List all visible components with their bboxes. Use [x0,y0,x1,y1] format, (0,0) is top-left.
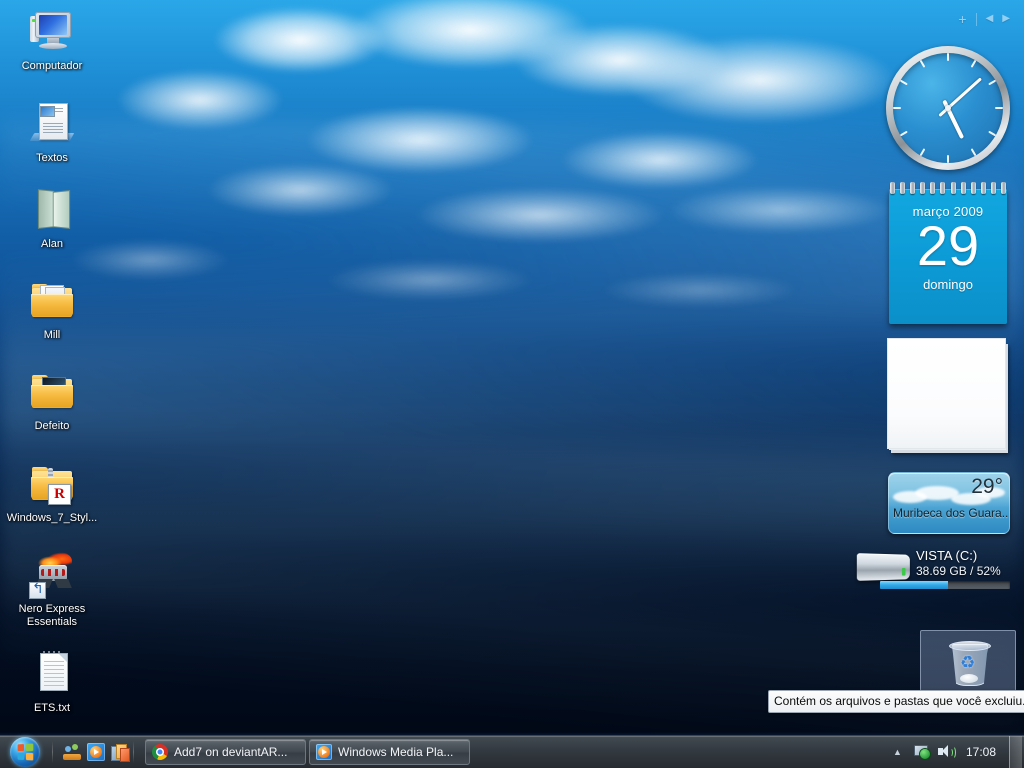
weather-temperature: 29° [971,475,1003,498]
taskbar-divider [52,741,53,763]
clock-face [893,53,1003,163]
calendar-gadget[interactable]: março 2009 29 domingo [887,182,1009,327]
drive-usage-text: 38.69 GB / 52% [916,564,1001,578]
folder-open-icon [28,368,76,416]
windows-media-player-icon[interactable] [87,743,105,761]
clock-center-pin [945,105,951,111]
note-sheet-front[interactable] [887,338,1006,449]
taskbar: Add7 on deviantAR... Windows Media Pla..… [0,732,1024,768]
clock-gadget[interactable] [886,46,1010,170]
desktop-icon-label: Defeito [34,420,70,432]
computer-icon [28,8,76,56]
previous-gadget-icon[interactable]: ◀ [986,12,994,26]
show-desktop-button[interactable] [1009,736,1022,768]
system-tray: ▲ 17:08 [888,736,1024,768]
nero-shortcut-icon [28,551,76,599]
notes-gadget[interactable] [887,338,1008,453]
wallpaper [0,0,1024,768]
start-button[interactable] [2,737,48,767]
desktop-screen: Computador Textos Alan Mill Defeito R Wi… [0,0,1024,768]
chrome-icon [152,744,168,760]
taskbar-divider [133,741,134,763]
desktop-icon-windows-7-style[interactable]: R Windows_7_Styl... [5,460,99,525]
calendar-day-number: 29 [916,214,980,277]
desktop-icon-alan[interactable]: Alan [9,186,95,251]
folder-icon [28,277,76,325]
desktop-icon-label: Windows_7_Styl... [6,512,98,524]
desktop-icon-computador[interactable]: Computador [9,8,95,73]
network-icon[interactable] [913,744,931,760]
windows-start-orb-icon [10,737,40,767]
wmp-icon [316,744,332,760]
desktop-icon-label: Computador [21,60,83,72]
recycle-bin-icon: ♻ [948,638,991,688]
weather-location: Muribeca dos Guara... [893,506,1010,520]
tray-clock[interactable]: 17:08 [962,745,1000,759]
taskbar-buttons: Add7 on deviantAR... Windows Media Pla..… [145,739,470,765]
desktop-icon-mill[interactable]: Mill [9,277,95,342]
text-file-icon [28,650,76,698]
drive-name: VISTA (C:) [916,548,978,563]
flip3d-icon[interactable] [111,743,130,762]
show-desktop-icon[interactable] [63,743,81,761]
desktop-icon-defeito[interactable]: Defeito [9,368,95,433]
desktop-icon-label: Nero Express Essentials [18,603,86,628]
tray-overflow-icon[interactable]: ▲ [888,747,907,757]
desktop-icon-label: Alan [40,238,64,250]
hard-drive-icon [856,553,910,581]
quick-launch-bar [63,743,130,762]
calendar-weekday: domingo [923,277,973,292]
drive-meter-gadget[interactable]: VISTA (C:) 38.69 GB / 52% [856,548,1010,590]
volume-icon[interactable] [937,744,956,760]
desktop-icon-nero-express-essentials[interactable]: Nero Express Essentials [9,551,95,629]
desktop-icon-textos[interactable]: Textos [9,100,95,165]
taskbar-button-chrome[interactable]: Add7 on deviantAR... [145,739,306,765]
book-icon [28,186,76,234]
add-gadget-icon[interactable]: + [958,12,966,26]
desktop-icon-label: Mill [43,329,61,341]
desktop-icon-ets-txt[interactable]: ETS.txt [9,650,95,715]
zip-folder-icon: R [28,460,76,508]
document-icon [28,100,76,148]
taskbar-button-label: Add7 on deviantAR... [174,745,288,759]
recycle-bin-tooltip: Contém os arquivos e pastas que você exc… [768,690,1024,713]
desktop-icon-label: Textos [36,152,68,164]
weather-gadget[interactable]: 29° Muribeca dos Guara... [888,472,1010,534]
calendar-spiral-binding [887,182,1009,195]
desktop-icon-label: ETS.txt [33,702,71,714]
next-gadget-icon[interactable]: ▶ [1002,12,1010,26]
taskbar-button-label: Windows Media Pla... [338,745,454,759]
calendar-pad: março 2009 29 domingo [889,189,1007,324]
drive-usage-fill [880,581,948,589]
sidebar-header: + ◀ ▶ [958,12,1010,26]
taskbar-button-windows-media-player[interactable]: Windows Media Pla... [309,739,470,765]
sidebar-divider [975,12,977,26]
drive-usage-bar [880,581,1010,589]
